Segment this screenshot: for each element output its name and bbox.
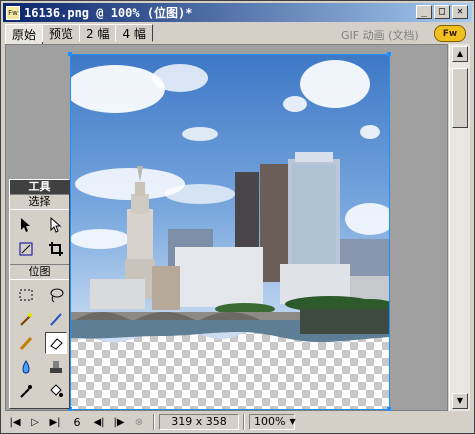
minimize-button[interactable]: _ xyxy=(416,5,432,19)
tab-original[interactable]: 原始 xyxy=(5,24,44,44)
tab-2-up[interactable]: 2 幅 xyxy=(79,24,117,42)
scroll-down-icon[interactable]: ▼ xyxy=(452,393,468,409)
chevron-down-icon: ▼ xyxy=(289,417,296,426)
current-frame: 6 xyxy=(73,415,81,429)
first-frame-icon[interactable]: |◀ xyxy=(5,414,25,430)
selection-handle[interactable] xyxy=(387,407,391,411)
selection-border xyxy=(70,54,71,410)
scale-icon[interactable] xyxy=(15,238,37,260)
selection-handle[interactable] xyxy=(68,52,72,56)
last-frame-icon[interactable]: ▶| xyxy=(45,414,65,430)
selection-handle[interactable] xyxy=(387,52,391,56)
paint-bucket-icon[interactable] xyxy=(45,380,67,402)
bitmap-image[interactable] xyxy=(70,54,390,410)
exit-mode-icon[interactable]: ⊗ xyxy=(129,414,149,430)
document-window: Fw 16136.png @ 100% (位图)* _ □ ✕ 原始 预览 2 … xyxy=(0,0,475,434)
pointer-icon[interactable] xyxy=(15,214,37,236)
blur-icon[interactable] xyxy=(15,356,37,378)
vertical-scrollbar[interactable]: ▲ ▼ xyxy=(449,44,470,411)
scroll-up-icon[interactable]: ▲ xyxy=(452,46,468,62)
eraser-icon[interactable] xyxy=(45,332,67,354)
export-format-label: GIF 动画 (文档) xyxy=(341,29,419,42)
image-dimensions: 319 x 358 xyxy=(159,414,239,430)
status-bar: |◀ ▷ ▶| 6 ◀| |▶ ⊗ 319 x 358 100% ▼ xyxy=(5,412,470,432)
pencil-icon[interactable] xyxy=(15,332,37,354)
rubber-stamp-icon[interactable] xyxy=(45,356,67,378)
lasso-icon[interactable] xyxy=(45,284,67,306)
brush-icon[interactable] xyxy=(45,308,67,330)
maximize-button[interactable]: □ xyxy=(434,5,450,19)
selection-border xyxy=(70,409,390,410)
zoom-value: 100% xyxy=(254,415,286,428)
tools-panel: 工具 选择 位图 xyxy=(9,179,70,409)
selection-border xyxy=(70,54,390,55)
tab-4-up[interactable]: 4 幅 xyxy=(115,24,153,42)
subselect-icon[interactable] xyxy=(45,214,67,236)
next-frame-icon[interactable]: |▶ xyxy=(109,414,129,430)
previous-frame-icon[interactable]: ◀| xyxy=(89,414,109,430)
tools-section-select: 选择 xyxy=(10,194,69,210)
eyedropper-icon[interactable] xyxy=(15,380,37,402)
window-title: 16136.png @ 100% (位图)* xyxy=(24,6,193,20)
close-button[interactable]: ✕ xyxy=(452,5,468,19)
play-icon[interactable]: ▷ xyxy=(25,414,45,430)
zoom-select[interactable]: 100% ▼ xyxy=(249,414,296,430)
magic-wand-icon[interactable] xyxy=(15,308,37,330)
crop-icon[interactable] xyxy=(45,238,67,260)
marquee-icon[interactable] xyxy=(15,284,37,306)
selection-border xyxy=(389,54,390,410)
view-tabs: 原始 预览 2 幅 4 幅 xyxy=(5,24,153,44)
tab-preview[interactable]: 预览 xyxy=(42,24,81,42)
scroll-thumb[interactable] xyxy=(452,68,468,128)
city-skyline-image xyxy=(70,54,390,343)
fireworks-logo-icon[interactable]: Fw xyxy=(434,25,466,42)
tools-panel-title: 工具 xyxy=(10,180,69,194)
title-bar[interactable]: Fw 16136.png @ 100% (位图)* _ □ ✕ xyxy=(3,3,472,22)
fireworks-doc-icon: Fw xyxy=(6,5,20,20)
tools-section-bitmap: 位图 xyxy=(10,264,69,280)
